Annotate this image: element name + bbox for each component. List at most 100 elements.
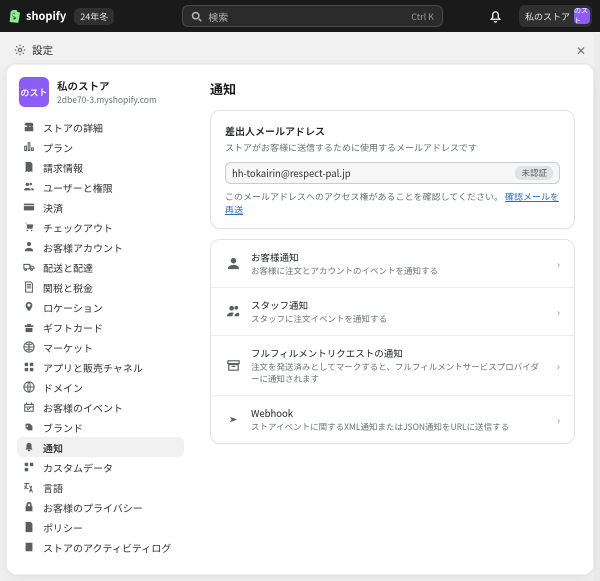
apps-icon	[23, 361, 35, 373]
customer-events-icon	[23, 401, 35, 413]
search-shortcut: Ctrl K	[411, 10, 434, 23]
sender-email-value: hh-tokairin@respect-pal.jp	[232, 166, 351, 180]
sidebar-item-policies[interactable]: ポリシー	[17, 517, 184, 537]
sidebar-item-label: カスタムデータ	[43, 460, 113, 475]
sidebar-item-label: チェックアウト	[43, 220, 113, 235]
link-title: フルフィルメントリクエストの通知	[251, 346, 547, 360]
shipping-icon	[23, 261, 35, 273]
sidebar-item-billing[interactable]: 請求情報	[17, 157, 184, 177]
search-input[interactable]: 検索 Ctrl K	[182, 5, 443, 27]
sidebar-item-gift-cards[interactable]: ギフトカード	[17, 317, 184, 337]
sidebar-item-label: ポリシー	[43, 520, 83, 535]
metafields-icon	[23, 461, 35, 473]
sidebar-item-label: 決済	[43, 200, 63, 215]
link-row-fulfillment-notifications[interactable]: フルフィルメントリクエストの通知注文を発送済みとしてマークすると、フルフィルメン…	[211, 335, 574, 395]
sidebar-item-shipping[interactable]: 配送と配達	[17, 257, 184, 277]
sidebar-item-customer-events[interactable]: お客様のイベント	[17, 397, 184, 417]
edition-badge[interactable]: 24年冬	[74, 8, 114, 25]
shopify-bag-icon	[8, 9, 20, 23]
sidebar-item-label: ユーザーと権限	[43, 180, 113, 195]
link-title: スタッフ通知	[251, 298, 547, 312]
sidebar-item-label: 関税と税金	[43, 280, 93, 295]
sidebar-item-privacy[interactable]: お客様のプライバシー	[17, 497, 184, 517]
sidebar-item-label: ブランド	[43, 420, 83, 435]
sidebar-item-plan[interactable]: プラン	[17, 137, 184, 157]
link-row-webhooks[interactable]: Webhookストアイベントに関するXML通知またはJSON通知をURLに送信す…	[211, 395, 574, 443]
shopify-logo[interactable]: shopify	[8, 8, 66, 24]
sidebar-item-locations[interactable]: ロケーション	[17, 297, 184, 317]
chevron-right-icon: ›	[557, 412, 560, 427]
privacy-icon	[23, 501, 35, 513]
link-row-staff-notifications[interactable]: スタッフ通知スタッフに注文イベントを通知する ›	[211, 287, 574, 335]
sidebar-item-taxes[interactable]: 関税と税金	[17, 277, 184, 297]
plan-icon	[23, 141, 35, 153]
sender-heading: 差出人メールアドレス	[225, 123, 560, 138]
sidebar-item-label: お客様アカウント	[43, 240, 123, 255]
gift-cards-icon	[23, 321, 35, 333]
sender-sub: ストアがお客様に送信するために使用するメールアドレスです	[225, 141, 560, 154]
close-settings-button[interactable]: ✕	[576, 42, 586, 59]
sender-email-field[interactable]: hh-tokairin@respect-pal.jp 未認証	[225, 162, 560, 184]
sidebar-item-label: お客様のイベント	[43, 400, 123, 415]
sidebar-item-brand[interactable]: ブランド	[17, 417, 184, 437]
sidebar-item-label: プラン	[43, 140, 73, 155]
gear-icon	[14, 44, 26, 56]
sidebar-item-label: ドメイン	[43, 380, 83, 395]
payments-icon	[23, 201, 35, 213]
top-bar: shopify 24年冬 検索 Ctrl K 私のストア のスト	[0, 0, 600, 32]
domains-icon	[23, 381, 35, 393]
link-desc: ストアイベントに関するXML通知またはJSON通知をURLに送信する	[251, 421, 547, 433]
billing-icon	[23, 161, 35, 173]
sidebar-item-label: 言語	[43, 480, 63, 495]
store-avatar-small: のスト	[574, 8, 590, 24]
locations-icon	[23, 301, 35, 313]
policies-icon	[23, 521, 35, 533]
settings-header: 設定 ✕	[6, 40, 594, 60]
sidebar-item-users[interactable]: ユーザーと権限	[17, 177, 184, 197]
sidebar-item-apps[interactable]: アプリと販売チャネル	[17, 357, 184, 377]
sidebar-item-label: 請求情報	[43, 160, 83, 175]
customer-notifications-icon	[226, 256, 241, 271]
search-placeholder: 検索	[208, 9, 228, 24]
link-title: Webhook	[251, 406, 547, 420]
sidebar-item-label: マーケット	[43, 340, 93, 355]
sidebar-item-customer-accounts[interactable]: お客様アカウント	[17, 237, 184, 257]
link-desc: お客様に注文とアカウントのイベントを通知する	[251, 265, 547, 277]
store-switcher-label: 私のストア	[525, 10, 570, 23]
sidebar-item-label: 配送と配達	[43, 260, 93, 275]
notifications-icon	[23, 441, 35, 453]
sidebar-item-label: お客様のプライバシー	[43, 500, 143, 515]
link-desc: 注文を発送済みとしてマークすると、フルフィルメントサービスプロバイダーに通知され…	[251, 361, 547, 385]
checkout-icon	[23, 221, 35, 233]
sender-email-status-badge: 未認証	[515, 166, 553, 180]
activity-log-icon	[23, 541, 35, 553]
settings-content: 通知 差出人メールアドレス ストアがお客様に送信するために使用するメールアドレス…	[192, 65, 593, 574]
sidebar-item-label: ストアのアクティビティログ	[43, 540, 171, 555]
sidebar-item-activity-log[interactable]: ストアのアクティビティログ	[17, 537, 184, 557]
store-domain: 2dbe70-3.myshopify.com	[57, 94, 157, 106]
search-icon	[191, 11, 202, 22]
sidebar-item-metafields[interactable]: カスタムデータ	[17, 457, 184, 477]
staff-notifications-icon	[226, 304, 241, 319]
store-switcher[interactable]: 私のストア のスト	[519, 5, 592, 27]
sidebar-item-domains[interactable]: ドメイン	[17, 377, 184, 397]
brand-icon	[23, 421, 35, 433]
settings-nav: ストアの詳細プラン請求情報ユーザーと権限決済チェックアウトお客様アカウント配送と…	[17, 117, 184, 557]
link-row-customer-notifications[interactable]: お客様通知お客様に注文とアカウントのイベントを通知する ›	[211, 240, 574, 287]
page-title: 通知	[210, 79, 575, 98]
store-name: 私のストア	[57, 79, 157, 94]
sidebar-item-languages[interactable]: 言語	[17, 477, 184, 497]
notification-links-card: お客様通知お客様に注文とアカウントのイベントを通知する › スタッフ通知スタッフ…	[210, 239, 575, 444]
notifications-button[interactable]	[489, 9, 503, 23]
customer-accounts-icon	[23, 241, 35, 253]
store-header[interactable]: のスト 私のストア 2dbe70-3.myshopify.com	[19, 77, 182, 107]
sidebar-item-label: アプリと販売チャネル	[43, 360, 143, 375]
sidebar-item-markets[interactable]: マーケット	[17, 337, 184, 357]
settings-sidebar: のスト 私のストア 2dbe70-3.myshopify.com ストアの詳細プ…	[7, 65, 192, 574]
sidebar-item-checkout[interactable]: チェックアウト	[17, 217, 184, 237]
sidebar-item-payments[interactable]: 決済	[17, 197, 184, 217]
sidebar-item-store-details[interactable]: ストアの詳細	[17, 117, 184, 137]
sidebar-item-label: ストアの詳細	[43, 120, 103, 135]
sidebar-item-notifications[interactable]: 通知	[17, 437, 184, 457]
scrollbar[interactable]	[594, 34, 600, 581]
